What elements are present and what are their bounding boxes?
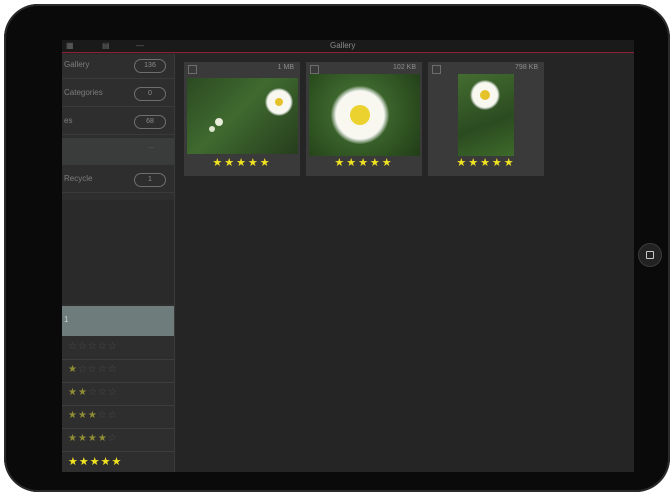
rating-filter-0[interactable]: ☆☆☆☆☆ bbox=[62, 337, 174, 360]
page-title: Gallery bbox=[330, 41, 356, 50]
photo-grid: 1 MB ★★★★★ 102 KB ★★★★★ 798 KB ★★★★★ bbox=[176, 54, 634, 472]
folder-icon[interactable]: ▤ bbox=[102, 41, 110, 51]
rating-filter-5[interactable]: ★★★★★ bbox=[62, 452, 174, 472]
sidebar-spacer bbox=[62, 200, 174, 304]
sidebar-item-label: Gallery bbox=[64, 60, 90, 69]
sidebar-item-categories[interactable]: Categories 0 bbox=[62, 82, 174, 107]
rating-stars: ☆☆☆☆☆ bbox=[68, 341, 118, 352]
sidebar-item-selected[interactable]: --- bbox=[62, 138, 174, 165]
file-size: 102 KB bbox=[393, 64, 416, 71]
photo-card[interactable]: 1 MB ★★★★★ bbox=[184, 62, 300, 176]
sidebar-item-label: Categories bbox=[64, 88, 103, 97]
rating-stars: ★☆☆☆☆ bbox=[68, 364, 118, 375]
bud-image bbox=[209, 126, 215, 132]
rating-header-label: 1 bbox=[64, 315, 69, 324]
rating-filter-3[interactable]: ★★★☆☆ bbox=[62, 406, 174, 429]
photo-card[interactable]: 102 KB ★★★★★ bbox=[306, 62, 422, 176]
select-checkbox[interactable] bbox=[188, 65, 197, 74]
rating-filter-header[interactable]: 1 bbox=[62, 306, 174, 336]
screen: ▦ ▤ — Gallery Gallery 136 Categories 0 e… bbox=[62, 40, 634, 472]
rating-stars: ★★☆☆☆ bbox=[68, 387, 118, 398]
photo-rating[interactable]: ★★★★★ bbox=[184, 156, 300, 169]
grid-icon[interactable]: ▦ bbox=[66, 41, 74, 51]
daisy-image bbox=[265, 88, 293, 116]
count-badge: 68 bbox=[134, 115, 166, 129]
daisy-image bbox=[470, 80, 500, 110]
rating-filter-4[interactable]: ★★★★☆ bbox=[62, 429, 174, 452]
sidebar-item-favorites[interactable]: es 68 bbox=[62, 110, 174, 135]
rating-stars: ★★★★☆ bbox=[68, 433, 118, 444]
photo-thumbnail bbox=[187, 78, 298, 154]
rating-stars: ★★★☆☆ bbox=[68, 410, 118, 421]
sidebar-item-label: es bbox=[64, 116, 73, 125]
select-checkbox[interactable] bbox=[432, 65, 441, 74]
top-bar: ▦ ▤ — Gallery bbox=[62, 40, 634, 53]
photo-rating[interactable]: ★★★★★ bbox=[428, 156, 544, 169]
count-badge: 1 bbox=[134, 173, 166, 187]
photo-thumbnail bbox=[309, 74, 420, 156]
sidebar-item-gallery[interactable]: Gallery 136 bbox=[62, 54, 174, 79]
file-size: 1 MB bbox=[277, 64, 294, 71]
square-icon bbox=[646, 251, 654, 259]
sidebar-item-label: Recycle bbox=[64, 174, 93, 183]
bud-image bbox=[215, 118, 223, 126]
rating-filter-1[interactable]: ★☆☆☆☆ bbox=[62, 360, 174, 383]
sidebar-item-recycle[interactable]: Recycle 1 bbox=[62, 168, 174, 193]
photo-card[interactable]: 798 KB ★★★★★ bbox=[428, 62, 544, 176]
photo-thumbnail bbox=[458, 74, 514, 156]
sidebar: Gallery 136 Categories 0 es 68 --- Recyc… bbox=[62, 54, 175, 472]
photo-rating[interactable]: ★★★★★ bbox=[306, 156, 422, 169]
home-button[interactable] bbox=[638, 243, 662, 267]
count-badge: --- bbox=[147, 145, 155, 152]
tablet-frame: ▦ ▤ — Gallery Gallery 136 Categories 0 e… bbox=[4, 4, 670, 492]
rating-filter-2[interactable]: ★★☆☆☆ bbox=[62, 383, 174, 406]
select-checkbox[interactable] bbox=[310, 65, 319, 74]
rating-stars: ★★★★★ bbox=[68, 456, 123, 468]
count-badge: 136 bbox=[134, 59, 166, 73]
file-size: 798 KB bbox=[515, 64, 538, 71]
count-badge: 0 bbox=[134, 87, 166, 101]
minus-icon[interactable]: — bbox=[136, 41, 144, 51]
daisy-image bbox=[331, 86, 389, 144]
